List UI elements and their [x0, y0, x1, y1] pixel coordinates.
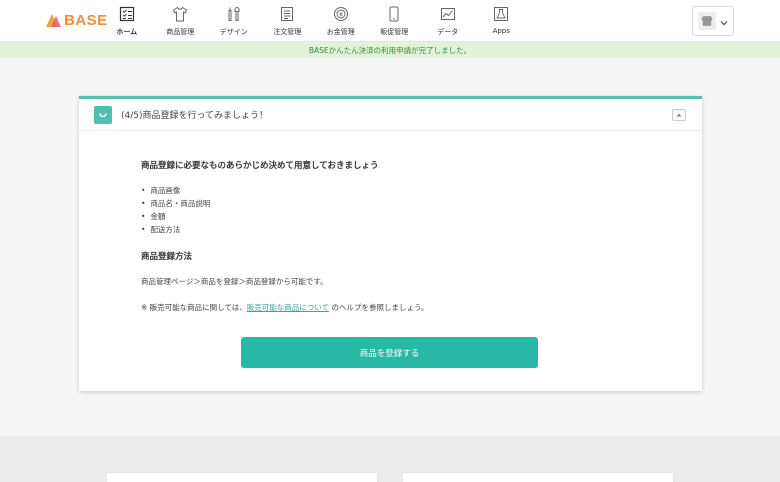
nav-label: データ	[437, 28, 459, 36]
nav-item-home[interactable]: ホーム	[100, 0, 154, 42]
nav-label: Apps	[492, 27, 510, 35]
list-item: 金額	[141, 211, 165, 222]
chevron-down-icon	[720, 12, 728, 31]
tshirt-icon	[172, 6, 188, 22]
nav-item-orders[interactable]: 注文管理	[261, 0, 315, 42]
nav-label: ホーム	[116, 28, 138, 36]
section-title-method: 商品登録方法	[141, 252, 193, 262]
lower-card-left	[106, 472, 378, 482]
card-title: (4/5)商品登録を行ってみましょう！	[121, 111, 269, 121]
nav-item-apps[interactable]: Apps	[475, 0, 529, 42]
main-nav: ホーム 商品管理 デザイン 注文管理 お金管理 販促管理 データ Apps	[100, 0, 528, 42]
nav-label: お金管理	[326, 28, 355, 36]
sellable-products-help-link[interactable]: 販売可能な商品について	[247, 303, 329, 312]
list-item: 配送方法	[141, 224, 180, 235]
note-prefix: ※ 販売可能な商品に関しては、	[141, 303, 247, 312]
register-product-button[interactable]: 商品を登録する	[241, 337, 538, 368]
home-checklist-icon	[119, 6, 135, 22]
success-notice: BASEかんたん決済の利用申請が完了しました。	[0, 42, 780, 58]
help-note: ※ 販売可能な商品に関しては、販売可能な商品について のヘルプを参照しましょう。	[141, 302, 429, 313]
top-header: BASE ホーム 商品管理 デザイン 注文管理 お金管理 販促管理 データ Ap…	[0, 0, 780, 42]
shop-icon	[698, 12, 716, 30]
logo-mark-icon	[46, 12, 62, 28]
nav-item-data[interactable]: データ	[421, 0, 475, 42]
nav-label: 注文管理	[273, 28, 302, 36]
list-item: 商品画像	[141, 185, 180, 196]
apps-flask-icon	[493, 6, 509, 22]
line-chart-icon	[440, 6, 456, 22]
nav-item-money[interactable]: お金管理	[314, 0, 368, 42]
nav-item-products[interactable]: 商品管理	[154, 0, 208, 42]
shopping-bag-icon	[94, 105, 112, 124]
nav-label: 商品管理	[166, 28, 195, 36]
method-text: 商品管理ページ＞商品を登録＞商品登録から可能です。	[141, 277, 328, 286]
shop-switcher-button[interactable]	[692, 6, 734, 36]
design-tools-icon	[226, 6, 242, 22]
section-title-prepare: 商品登録に必要なものあらかじめ決めて用意しておきましょう	[141, 161, 379, 171]
base-logo[interactable]: BASE	[46, 10, 108, 30]
nav-label: 販促管理	[380, 28, 409, 36]
nav-label: デザイン	[219, 28, 248, 36]
notice-text: BASEかんたん決済の利用申請が完了しました。	[308, 45, 472, 55]
note-suffix: のヘルプを参照しましょう。	[329, 303, 429, 312]
list-item: 商品名・商品説明	[141, 198, 210, 209]
order-document-icon	[279, 6, 295, 22]
card-header: (4/5)商品登録を行ってみましょう！	[79, 99, 702, 131]
nav-item-design[interactable]: デザイン	[207, 0, 261, 42]
lower-section	[0, 436, 780, 482]
caret-up-icon	[676, 113, 682, 117]
collapse-button[interactable]	[672, 109, 686, 121]
smartphone-icon	[386, 6, 402, 22]
nav-item-promotion[interactable]: 販促管理	[368, 0, 422, 42]
onboarding-step-card: (4/5)商品登録を行ってみましょう！ 商品登録に必要なものあらかじめ決めて用意…	[79, 96, 702, 391]
lower-card-right	[402, 472, 674, 482]
coin-icon	[333, 6, 349, 22]
